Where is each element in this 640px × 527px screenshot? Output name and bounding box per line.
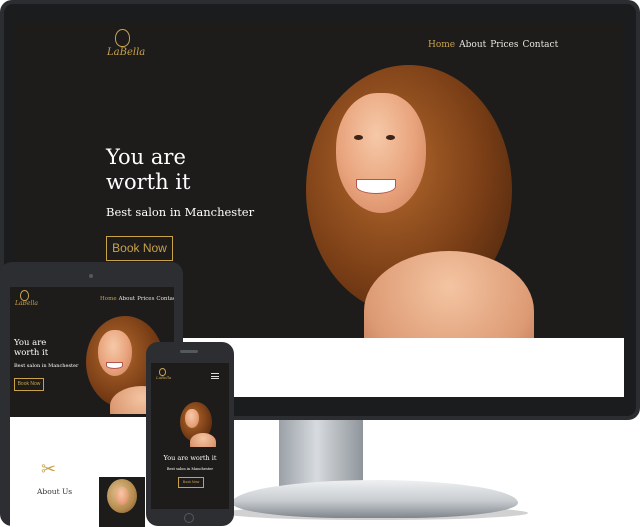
phone-logo-text: LaBella <box>156 375 172 380</box>
logo-text: LaBella <box>107 47 146 58</box>
tablet-about-photo <box>99 477 145 527</box>
nav-prices[interactable]: Prices <box>490 40 518 50</box>
hamburger-menu-icon[interactable] <box>211 373 219 379</box>
tablet-nav-about[interactable]: About <box>119 296 136 302</box>
tablet-nav-contact[interactable]: Contact <box>156 296 174 302</box>
scissors-icon: ✂ <box>41 459 57 480</box>
hero-photo <box>294 51 544 339</box>
tablet-nav-prices[interactable]: Prices <box>137 296 154 302</box>
hero-subtitle: Best salon in Manchester <box>106 205 255 219</box>
logo-icon <box>115 29 130 47</box>
monitor-stand-base <box>232 480 518 518</box>
phone-home-button[interactable] <box>184 513 194 523</box>
tablet-nav: Home About Prices Contact <box>100 296 174 302</box>
phone-hero-title: You are worth it <box>163 454 217 462</box>
nav-home[interactable]: Home <box>428 40 455 50</box>
phone-speaker <box>180 350 198 353</box>
book-now-button[interactable]: Book Now <box>106 236 173 261</box>
tablet-logo-text: LaBella <box>15 300 38 307</box>
tablet-book-now-button[interactable]: Book Now <box>14 378 44 391</box>
nav-contact[interactable]: Contact <box>522 40 558 50</box>
phone-hero-photo <box>178 401 216 447</box>
tablet-hero-subtitle: Best salon in Manchester <box>14 363 79 369</box>
tablet-nav-home[interactable]: Home <box>100 296 117 302</box>
tablet-camera <box>89 274 93 278</box>
hero-title: You are worth it <box>106 145 191 195</box>
phone-book-now-button[interactable]: Book Now <box>178 477 204 488</box>
phone-screen: LaBella You are worth it Best salon in M… <box>151 363 229 509</box>
desktop-nav: Home About Prices Contact <box>428 40 558 50</box>
tablet-about-heading: About Us <box>37 487 73 496</box>
phone-hero-subtitle: Best salon in Manchester <box>166 467 214 471</box>
phone-device: LaBella You are worth it Best salon in M… <box>146 342 234 526</box>
nav-about[interactable]: About <box>459 40 486 50</box>
tablet-hero-title: You are worth it <box>14 338 49 359</box>
